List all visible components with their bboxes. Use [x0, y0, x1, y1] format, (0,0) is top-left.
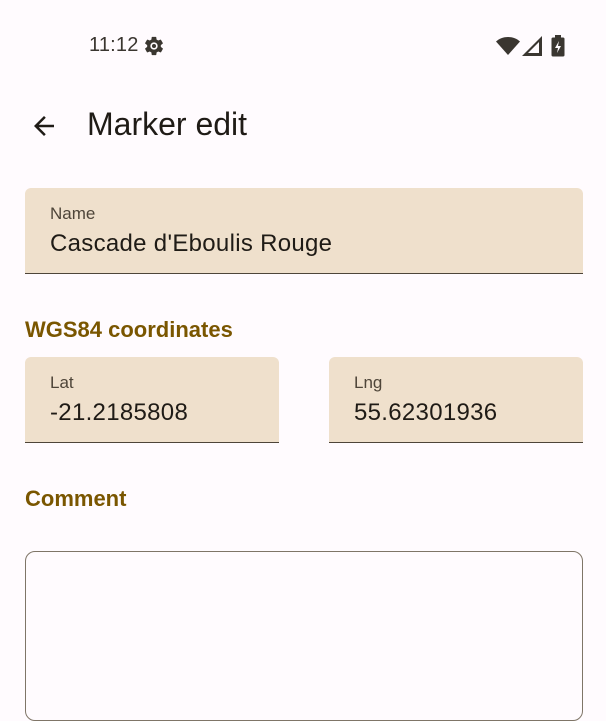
latitude-field-value[interactable]: -21.2185808: [50, 399, 188, 427]
status-time: 11:12: [89, 34, 139, 56]
back-button[interactable]: [22, 104, 66, 148]
top-app-bar: Marker edit: [0, 92, 606, 162]
status-bar: 11:12: [0, 0, 606, 92]
name-field-label: Name: [50, 204, 96, 223]
battery-charging-icon: [551, 35, 565, 57]
longitude-field-value[interactable]: 55.62301936: [354, 399, 504, 427]
latitude-field[interactable]: Lat -21.2185808: [25, 357, 279, 443]
gear-icon: [145, 36, 163, 56]
longitude-field-label: Lng: [354, 373, 383, 392]
cellular-signal-icon: [522, 36, 542, 56]
longitude-field[interactable]: Lng 55.62301936: [329, 357, 583, 443]
coordinates-section-header: WGS84 coordinates: [25, 317, 233, 342]
comment-input[interactable]: [25, 551, 583, 721]
arrow-back-icon: [34, 116, 54, 136]
page-title: Marker edit: [87, 106, 248, 142]
name-field[interactable]: Name Cascade d'Eboulis Rouge: [25, 188, 583, 274]
name-field-value[interactable]: Cascade d'Eboulis Rouge: [50, 230, 332, 258]
wifi-icon: [496, 37, 520, 55]
latitude-field-label: Lat: [50, 373, 74, 392]
comment-section-header: Comment: [25, 486, 127, 511]
